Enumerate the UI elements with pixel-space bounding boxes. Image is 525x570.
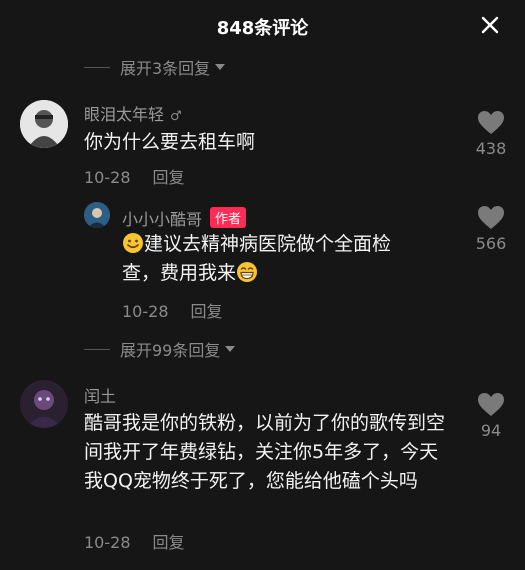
avatar[interactable] (84, 202, 110, 228)
caret-down-icon (225, 346, 236, 352)
heart-icon (478, 111, 504, 134)
reply-button[interactable]: 回复 (153, 168, 185, 187)
grin-emoji-icon (237, 262, 258, 282)
comment-date: 10-28 (84, 533, 131, 552)
reply-button[interactable]: 回复 (191, 302, 223, 321)
author-badge: 作者 (210, 207, 247, 228)
comment-date: 10-28 (84, 168, 131, 187)
divider-line (84, 66, 110, 68)
close-icon[interactable] (479, 14, 501, 36)
comments-header: 848条评论 (0, 0, 525, 50)
comment-username[interactable]: 小小小酷哥 作者 (122, 206, 247, 230)
gender-icon: ♂ (170, 109, 182, 124)
comment-text: 建议去精神病医院做个全面检 查，费用我来 (122, 230, 442, 288)
comment-username[interactable]: 闰土 (84, 383, 116, 407)
comment-meta: 10-28 回复 (84, 529, 207, 553)
username-text: 眼泪太年轻 (84, 105, 165, 124)
comment-username[interactable]: 眼泪太年轻 ♂ (84, 101, 182, 125)
username-text: 小小小酷哥 (122, 210, 203, 229)
smile-emoji-icon (123, 233, 143, 253)
comment-text-line: 查，费用我来 (122, 262, 237, 284)
avatar[interactable] (20, 100, 68, 148)
comment-text-line: 建议去精神病医院做个全面检 (144, 233, 392, 255)
like-count: 566 (475, 234, 507, 253)
comment-text: 酷哥我是你的铁粉，以前为了你的歌传到空间我开了年费绿钻，关注你5年多了，今天我Q… (84, 412, 446, 492)
expand-replies-button[interactable]: 展开3条回复 (84, 55, 226, 79)
comment-text: 你为什么要去租车啊 (84, 131, 256, 153)
like-button[interactable]: 438 (469, 110, 513, 158)
expand-replies-label: 展开99条回复 (120, 341, 221, 360)
like-count: 438 (475, 139, 507, 158)
comment-meta: 10-28 回复 (84, 164, 207, 188)
avatar[interactable] (20, 380, 68, 428)
comment-date: 10-28 (122, 302, 169, 321)
divider-line (84, 348, 110, 350)
reply-button[interactable]: 回复 (153, 533, 185, 552)
expand-replies-button[interactable]: 展开99条回复 (84, 337, 236, 361)
expand-replies-label: 展开3条回复 (120, 59, 211, 78)
like-button[interactable]: 94 (469, 392, 513, 440)
comments-title: 848条评论 (216, 18, 309, 39)
like-button[interactable]: 566 (469, 205, 513, 253)
comment-meta: 10-28 回复 (122, 298, 245, 322)
caret-down-icon (215, 64, 226, 70)
heart-icon (478, 206, 504, 229)
heart-icon (478, 393, 504, 416)
like-count: 94 (480, 421, 502, 440)
